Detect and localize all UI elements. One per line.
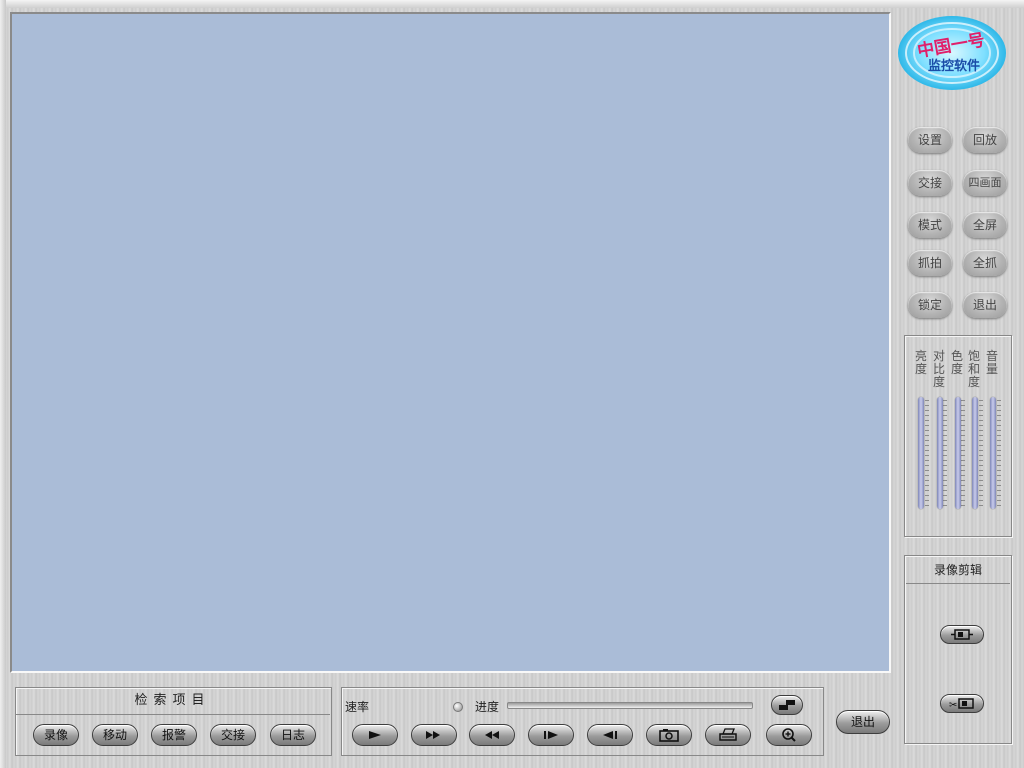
play-icon [369, 731, 381, 739]
clip-cut-icon: ✂ [949, 698, 974, 711]
window-layout-button[interactable] [771, 695, 803, 715]
snapshot-button[interactable]: 抓拍 [908, 250, 952, 276]
zoom-in-icon [782, 728, 796, 742]
capture-button[interactable] [646, 724, 692, 746]
step-forward-icon [544, 731, 558, 739]
saturation-ticks [979, 400, 983, 506]
brightness-label: 亮度 [914, 349, 927, 376]
progress-bar[interactable] [507, 702, 753, 709]
zoom-button[interactable] [766, 724, 812, 746]
handover-button[interactable]: 交接 [908, 170, 952, 196]
rewind-button[interactable] [469, 724, 515, 746]
rewind-icon [485, 731, 499, 739]
step-forward-button[interactable] [528, 724, 574, 746]
contrast-ticks [943, 400, 947, 506]
step-back-button[interactable] [587, 724, 633, 746]
print-button[interactable] [705, 724, 751, 746]
search-panel-title: 检索项目 [15, 688, 330, 715]
layout-icon [779, 700, 795, 710]
progress-label: 进度 [475, 700, 500, 714]
playback-button[interactable]: 回放 [963, 127, 1007, 153]
video-display-area[interactable] [10, 12, 891, 673]
volume-ticks [997, 400, 1001, 506]
clip-mark-icon [951, 629, 973, 640]
lock-button[interactable]: 锁定 [908, 292, 952, 318]
playback-panel [341, 687, 824, 756]
hue-slider[interactable] [955, 397, 961, 509]
search-recording-button[interactable]: 录像 [33, 724, 79, 746]
quad-view-button[interactable]: 四画面 [963, 170, 1007, 196]
side-exit-button[interactable]: 退出 [963, 292, 1007, 318]
brightness-slider[interactable] [918, 397, 924, 509]
fast-forward-button[interactable] [411, 724, 457, 746]
saturation-slider[interactable] [972, 397, 978, 509]
record-edit-title: 录像剪辑 [906, 557, 1010, 584]
saturation-label: 饱和度 [967, 349, 980, 389]
mode-button[interactable]: 模式 [908, 212, 952, 238]
fast-forward-icon [426, 731, 440, 739]
settings-button[interactable]: 设置 [908, 127, 952, 153]
rate-label: 速率 [345, 700, 370, 714]
contrast-slider[interactable] [937, 397, 943, 509]
brand-logo: 中国一号 监控软件 [896, 14, 1008, 92]
search-motion-button[interactable]: 移动 [92, 724, 138, 746]
search-alarm-button[interactable]: 报警 [151, 724, 197, 746]
camera-icon [659, 729, 679, 742]
fullscreen-button[interactable]: 全屏 [963, 212, 1007, 238]
contrast-label: 对比度 [932, 349, 945, 389]
exit-button[interactable]: 退出 [836, 710, 890, 734]
volume-label: 音量 [985, 349, 998, 376]
search-log-button[interactable]: 日志 [270, 724, 316, 746]
window-frame-top [0, 0, 1024, 8]
snapshot-all-button[interactable]: 全抓 [963, 250, 1007, 276]
clip-mark-button[interactable] [940, 625, 984, 644]
hue-label: 色度 [950, 349, 963, 376]
step-back-icon [603, 731, 617, 739]
svg-text:✂: ✂ [949, 700, 957, 711]
volume-slider[interactable] [990, 397, 996, 509]
print-icon [719, 728, 737, 741]
play-button[interactable] [352, 724, 398, 746]
logo-bottom-text: 监控软件 [928, 58, 980, 74]
clip-cut-button[interactable]: ✂ [940, 694, 984, 713]
brightness-ticks [925, 400, 929, 506]
window-frame-left [0, 0, 6, 768]
hue-ticks [961, 400, 965, 506]
rate-indicator[interactable] [453, 702, 463, 712]
search-handover-button[interactable]: 交接 [210, 724, 256, 746]
